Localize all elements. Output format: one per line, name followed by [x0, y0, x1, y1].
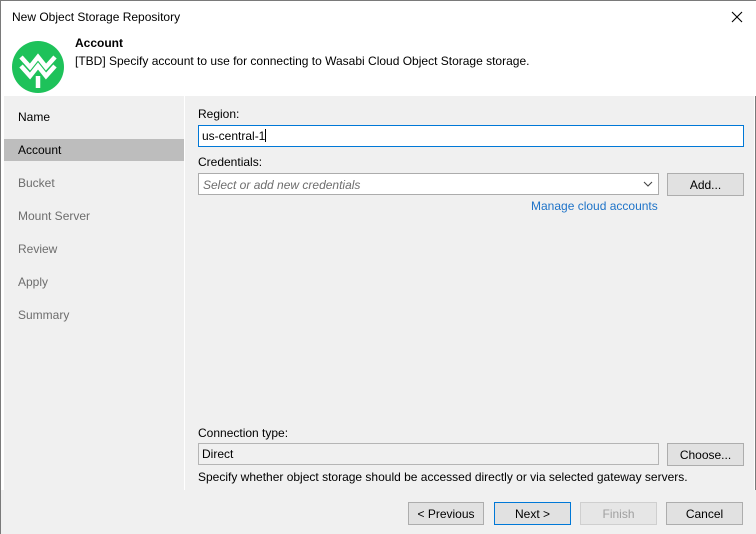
- wizard-header: Account [TBD] Specify account to use for…: [1, 32, 756, 96]
- previous-button[interactable]: < Previous: [408, 502, 484, 525]
- title-bar: New Object Storage Repository: [1, 1, 756, 32]
- region-value: us-central-1: [202, 129, 266, 143]
- credentials-label: Credentials:: [198, 155, 263, 169]
- sidebar-item-bucket[interactable]: Bucket: [4, 172, 184, 194]
- wizard-footer: < Previous Next > Finish Cancel: [1, 490, 756, 534]
- sidebar-item-mount-server[interactable]: Mount Server: [4, 205, 184, 227]
- sidebar-item-summary[interactable]: Summary: [4, 304, 184, 326]
- step-content: Region: us-central-1 Credentials: Select…: [185, 96, 754, 490]
- manage-cloud-accounts-link[interactable]: Manage cloud accounts: [531, 199, 658, 213]
- chevron-down-icon: [643, 181, 653, 187]
- step-description: [TBD] Specify account to use for connect…: [75, 54, 530, 68]
- sidebar-item-account[interactable]: Account: [4, 139, 184, 161]
- step-title: Account: [75, 36, 123, 50]
- connection-type-label: Connection type:: [198, 426, 289, 440]
- credentials-placeholder: Select or add new credentials: [203, 178, 361, 192]
- close-icon: [731, 11, 743, 22]
- connection-type-description: Specify whether object storage should be…: [198, 470, 688, 484]
- next-button[interactable]: Next >: [494, 502, 571, 525]
- choose-button[interactable]: Choose...: [667, 443, 744, 466]
- sidebar-item-review[interactable]: Review: [4, 238, 184, 260]
- credentials-dropdown[interactable]: Select or add new credentials: [198, 173, 659, 195]
- close-button[interactable]: [717, 1, 756, 32]
- region-input[interactable]: us-central-1: [198, 125, 744, 147]
- wizard-steps-sidebar: Name Account Bucket Mount Server Review …: [4, 96, 184, 490]
- finish-button[interactable]: Finish: [580, 502, 657, 525]
- region-label: Region:: [198, 107, 240, 121]
- sidebar-item-apply[interactable]: Apply: [4, 271, 184, 293]
- wasabi-logo-icon: [12, 41, 64, 93]
- wizard-dialog: New Object Storage Repository Account [T…: [0, 0, 756, 534]
- connection-type-field: Direct: [198, 443, 659, 465]
- cancel-button[interactable]: Cancel: [666, 502, 743, 525]
- text-caret: [265, 129, 267, 142]
- add-credentials-button[interactable]: Add...: [667, 173, 744, 196]
- window-title: New Object Storage Repository: [12, 10, 181, 24]
- sidebar-item-name[interactable]: Name: [4, 106, 184, 128]
